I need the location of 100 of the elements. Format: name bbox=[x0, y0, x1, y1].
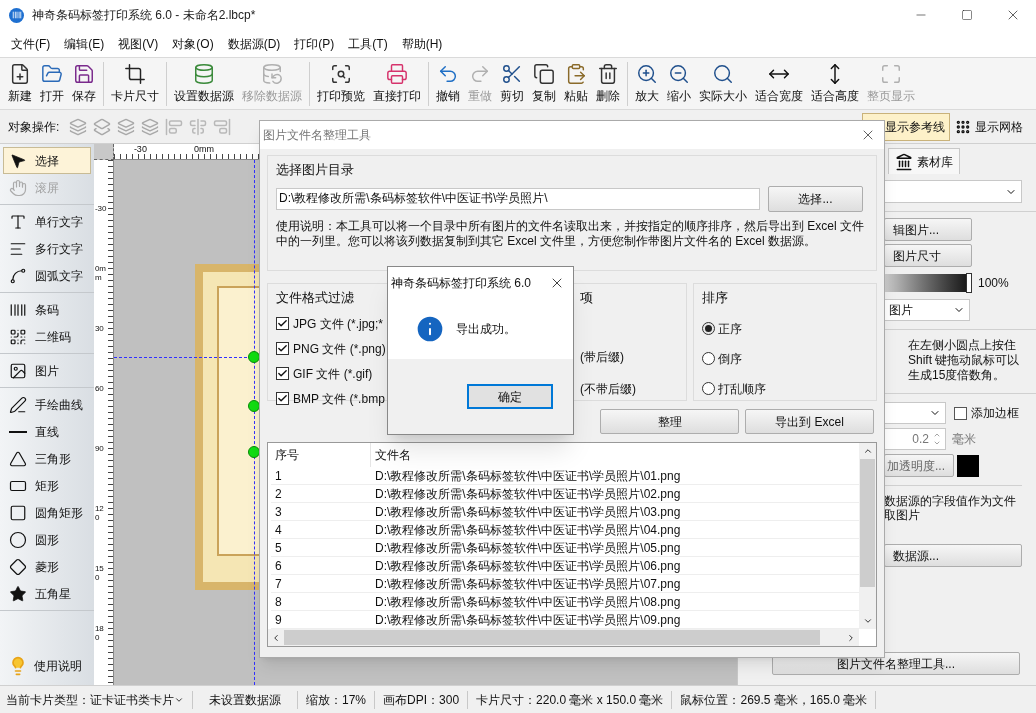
tool-icon bbox=[9, 212, 27, 231]
opacity-slider[interactable] bbox=[884, 274, 972, 292]
column-header[interactable]: 序号 bbox=[271, 443, 371, 467]
card-type-dropdown[interactable]: 当前卡片类型：证卡证书类卡片 bbox=[6, 690, 193, 709]
tool-button[interactable]: 圆形 bbox=[3, 526, 91, 553]
tool-button[interactable]: 五角星 bbox=[3, 580, 91, 607]
menu-item[interactable]: 打印(P) bbox=[287, 34, 342, 53]
sort-radio[interactable]: 正序 bbox=[702, 319, 742, 338]
tool-button[interactable]: 手绘曲线 bbox=[3, 391, 91, 418]
menu-item[interactable]: 数据源(D) bbox=[220, 34, 288, 53]
layer-icon[interactable] bbox=[117, 117, 136, 136]
tool-button[interactable]: 菱形 bbox=[3, 553, 91, 580]
source-button[interactable]: 数据源... bbox=[884, 544, 1022, 567]
menu-item[interactable]: 编辑(E) bbox=[57, 34, 112, 53]
material-tab[interactable]: 素材库 bbox=[888, 148, 960, 174]
toolbar-button[interactable]: 直接打印 bbox=[369, 62, 425, 105]
layer-icon[interactable] bbox=[69, 117, 88, 136]
toolbar-button[interactable]: 适合宽度 bbox=[751, 62, 807, 105]
scroll-down-icon[interactable] bbox=[862, 616, 873, 626]
toolbar-button[interactable]: 打印预览 bbox=[313, 62, 369, 105]
toolbar-button[interactable]: 复制 bbox=[528, 62, 560, 105]
border-width-field[interactable]: 0.2 bbox=[884, 428, 946, 450]
browse-button[interactable]: 选择... bbox=[768, 185, 863, 212]
table-cell-text: 2 bbox=[274, 486, 283, 502]
naming-option[interactable]: (带后缀) bbox=[580, 347, 686, 366]
tool-button[interactable]: 图片 bbox=[3, 357, 91, 384]
checkbox-box[interactable] bbox=[276, 317, 289, 330]
opacity-button[interactable]: 加透明度... bbox=[884, 454, 954, 477]
toolbar-icon bbox=[41, 62, 63, 85]
tool-button[interactable]: 多行文字 bbox=[3, 235, 91, 262]
horizontal-scrollbar[interactable] bbox=[268, 629, 859, 646]
tool-button[interactable]: 选择 bbox=[3, 147, 91, 174]
tool-button[interactable]: 三角形 bbox=[3, 445, 91, 472]
format-checkbox[interactable]: PNG 文件 (*.png) bbox=[276, 339, 386, 358]
toolbar-button[interactable]: 撤销 bbox=[432, 62, 464, 105]
toolbar-button[interactable]: 打开 bbox=[36, 62, 68, 105]
toolbar-button[interactable]: 设置数据源 bbox=[170, 62, 238, 105]
ok-button[interactable]: 确定 bbox=[467, 384, 553, 409]
menu-item[interactable]: 文件(F) bbox=[4, 34, 58, 53]
image-size-button[interactable]: 图片尺寸 bbox=[884, 244, 972, 267]
check-icon bbox=[277, 343, 288, 354]
edit-image-button[interactable]: 辑图片... bbox=[884, 218, 972, 241]
toolbar-button[interactable]: 新建 bbox=[4, 62, 36, 105]
tool-button[interactable]: 条码 bbox=[3, 296, 91, 323]
table-cell-text: D:\教程修改所需\条码标签软件\中医证书\学员照片\04.png bbox=[374, 522, 682, 538]
radio-circle[interactable] bbox=[702, 322, 715, 335]
tool-button[interactable]: 单行文字 bbox=[3, 208, 91, 235]
checkbox-box[interactable] bbox=[276, 392, 289, 405]
menu-item[interactable]: 对象(O) bbox=[165, 34, 221, 53]
color-swatch[interactable] bbox=[957, 454, 979, 477]
toolbar-button[interactable]: 缩小 bbox=[663, 62, 695, 105]
toolbar-button[interactable]: 剪切 bbox=[496, 62, 528, 105]
toolbar-button[interactable]: 保存 bbox=[68, 62, 100, 105]
toolbar-button[interactable]: 实际大小 bbox=[695, 62, 751, 105]
toolbar-button[interactable]: 适合高度 bbox=[807, 62, 863, 105]
tool-button[interactable]: 二维码 bbox=[3, 323, 91, 350]
toolbar-button[interactable]: 放大 bbox=[631, 62, 663, 105]
naming-option[interactable]: (不带后缀) bbox=[580, 379, 686, 398]
vertical-scrollbar[interactable] bbox=[859, 443, 876, 629]
format-checkbox[interactable]: BMP 文件 (*.bmp bbox=[276, 389, 385, 408]
sort-radio[interactable]: 打乱顺序 bbox=[702, 379, 766, 398]
layer-icon[interactable] bbox=[141, 117, 160, 136]
sort-radio[interactable]: 倒序 bbox=[702, 349, 742, 368]
tool-button[interactable]: 矩形 bbox=[3, 472, 91, 499]
toolbar-button[interactable]: 删除 bbox=[592, 62, 624, 105]
checkbox-box[interactable] bbox=[276, 367, 289, 380]
tool-button[interactable]: 圆弧文字 bbox=[3, 262, 91, 289]
bank-icon bbox=[895, 152, 913, 171]
tool-button[interactable]: 直线 bbox=[3, 418, 91, 445]
toolbar-icon bbox=[9, 62, 31, 85]
toolbar-icon bbox=[193, 62, 215, 85]
tool-icon bbox=[9, 327, 27, 346]
action-button[interactable]: 整理 bbox=[600, 409, 739, 434]
format-checkbox[interactable]: GIF 文件 (*.gif) bbox=[276, 364, 373, 383]
table-cell-text: D:\教程修改所需\条码标签软件\中医证书\学员照片\02.png bbox=[374, 486, 682, 502]
toolbar-icon bbox=[712, 62, 734, 85]
layer-icon[interactable] bbox=[93, 117, 112, 136]
directory-field[interactable]: D:\教程修改所需\条码标签软件\中医证书\学员照片\ bbox=[276, 187, 760, 210]
tool-icon bbox=[9, 266, 27, 285]
tool-icon bbox=[9, 361, 27, 380]
tool-icon bbox=[9, 151, 27, 170]
scroll-right-icon[interactable] bbox=[846, 632, 856, 643]
menu-item[interactable]: 帮助(H) bbox=[394, 34, 450, 53]
toolbar-button[interactable]: 粘贴 bbox=[560, 62, 592, 105]
menu-item[interactable]: 视图(V) bbox=[111, 34, 166, 53]
toolbar-button[interactable]: 卡片尺寸 bbox=[107, 62, 163, 105]
border-checkbox[interactable]: 添加边框 bbox=[954, 404, 1019, 422]
menu-item[interactable]: 工具(T) bbox=[341, 34, 395, 53]
scroll-up-icon[interactable] bbox=[862, 446, 873, 456]
line-style-select[interactable] bbox=[884, 402, 946, 424]
tool-button[interactable]: 圆角矩形 bbox=[3, 499, 91, 526]
help-button[interactable]: 使用说明 bbox=[3, 651, 91, 681]
column-header[interactable]: 文件名 bbox=[371, 443, 859, 467]
tool-icon bbox=[9, 557, 27, 576]
action-button[interactable]: 导出到 Excel bbox=[745, 409, 874, 434]
checkbox-box[interactable] bbox=[276, 342, 289, 355]
format-checkbox[interactable]: JPG 文件 (*.jpg;* bbox=[276, 314, 384, 333]
toggle-button[interactable]: 显示网格 bbox=[950, 112, 1028, 141]
scroll-left-icon[interactable] bbox=[271, 632, 281, 643]
fill-select[interactable]: 图片 bbox=[884, 299, 970, 321]
